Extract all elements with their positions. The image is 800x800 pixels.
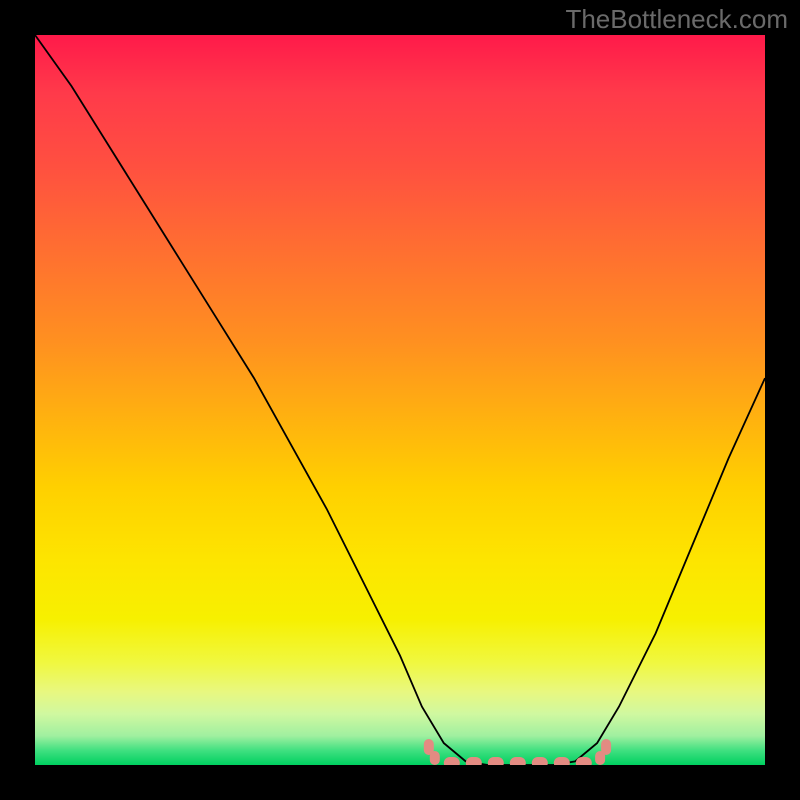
bottleneck-curve-path: [35, 35, 765, 765]
flat-region-markers: [424, 739, 611, 765]
chart-plot-area: [35, 35, 765, 765]
bottleneck-curve-svg: [35, 35, 765, 765]
watermark-text: TheBottleneck.com: [565, 4, 788, 35]
